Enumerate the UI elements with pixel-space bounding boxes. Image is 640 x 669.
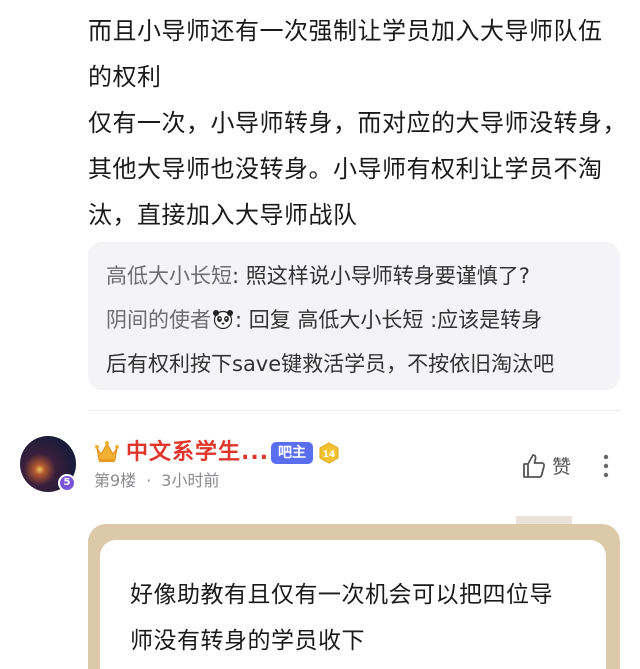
thumbs-up-icon bbox=[523, 453, 546, 478]
crown-icon bbox=[95, 441, 119, 462]
meta-separator: · bbox=[146, 471, 152, 490]
like-button[interactable]: 赞 bbox=[522, 452, 571, 479]
post-meta: 第9楼 · 3小时前 bbox=[94, 470, 219, 492]
quote-line: 师没有转身的学员收下 bbox=[130, 628, 365, 654]
sub-reply[interactable]: 阴间的使者 : 回复 高低大小长短 :应该是转身 bbox=[106, 298, 602, 342]
post-line: 其他大导师也没转身。小导师有权利让学员不淘 bbox=[88, 155, 603, 183]
quote-card: 好像助教有且仅有一次机会可以把四位导 师没有转身的学员收下 bbox=[100, 540, 606, 669]
panda-emoji-icon bbox=[211, 300, 235, 330]
sub-reply[interactable]: 高低大小长短: 照这样说小导师转身要谨慎了? bbox=[106, 254, 602, 298]
post-line: 而且小导师还有一次强制让学员加入大导师队伍 bbox=[88, 17, 603, 45]
like-label: 赞 bbox=[552, 456, 572, 478]
level-badge-icon: 14 bbox=[319, 442, 339, 464]
post-line: 仅有一次，小导师转身，而对应的大导师没转身， bbox=[88, 109, 627, 137]
post-line: 汰，直接加入大导师战队 bbox=[88, 201, 358, 229]
divider bbox=[88, 410, 620, 411]
avatar-level-badge: 5 bbox=[58, 474, 76, 492]
sub-reply-list[interactable]: 高低大小长短: 照这样说小导师转身要谨慎了? 阴间的使者 : 回复 高低大小长短 … bbox=[88, 242, 620, 390]
post-content: 而且小导师还有一次强制让学员加入大导师队伍 的权利 仅有一次，小导师转身，而对应… bbox=[88, 8, 628, 238]
floor-number: 第9楼 bbox=[94, 471, 137, 490]
more-options-icon[interactable] bbox=[598, 452, 614, 480]
reply-author[interactable]: 高低大小长短 bbox=[106, 264, 232, 288]
level-number: 14 bbox=[323, 450, 336, 460]
timestamp: 3小时前 bbox=[161, 471, 220, 490]
reply-author[interactable]: 阴间的使者 bbox=[106, 308, 211, 332]
owner-badge: 吧主 bbox=[271, 442, 313, 464]
reply-text: : 回复 高低大小长短 :应该是转身 bbox=[235, 308, 543, 332]
username[interactable]: 中文系学生... bbox=[126, 438, 269, 468]
reply-text: : 照这样说小导师转身要谨慎了? bbox=[232, 264, 530, 288]
reply-text-continued: 后有权利按下save键救活学员，不按依旧淘汰吧 bbox=[106, 352, 555, 376]
quote-line: 好像助教有且仅有一次机会可以把四位导 bbox=[130, 582, 553, 608]
post-line: 的权利 bbox=[88, 63, 162, 91]
